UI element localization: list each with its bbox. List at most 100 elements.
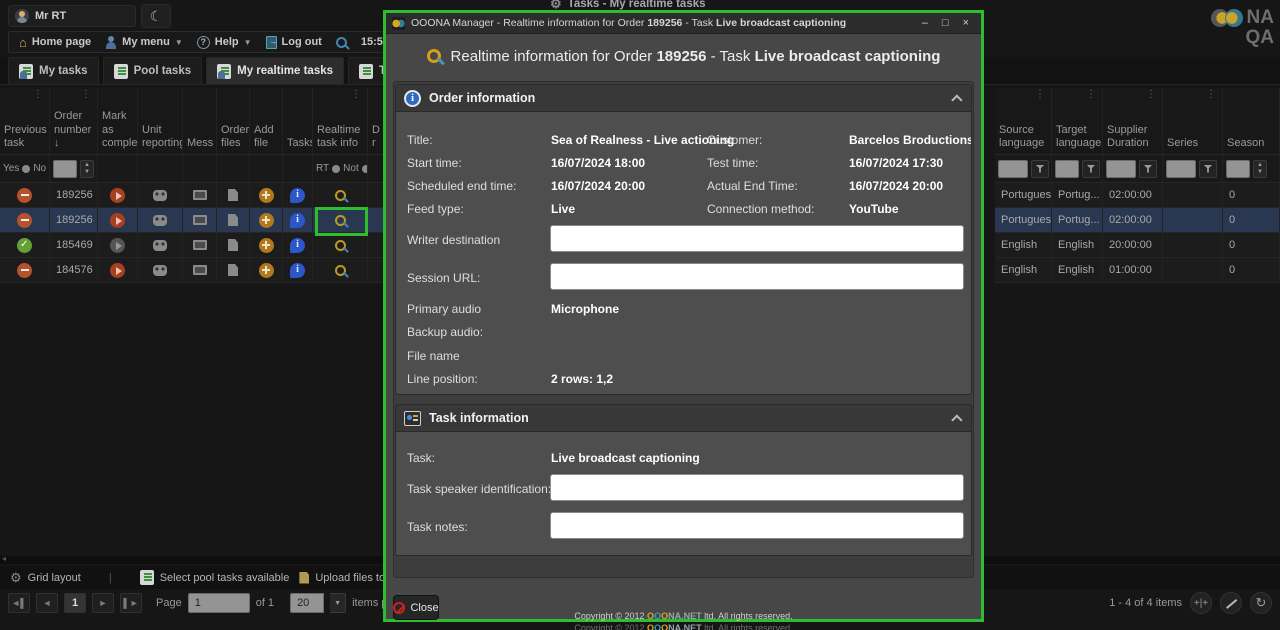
unit-reporting-icon[interactable] xyxy=(153,190,167,201)
kebab-menu-icon[interactable]: ⋮ xyxy=(1086,89,1096,102)
column-header-source-language[interactable]: ⋮Source language xyxy=(995,88,1052,154)
order-information-header[interactable]: i Order information xyxy=(396,85,971,112)
last-page-button[interactable]: ▌► xyxy=(120,593,142,613)
info-icon[interactable] xyxy=(290,263,305,278)
table-row[interactable]: English English 20:00:00 0 xyxy=(995,233,1280,258)
table-row[interactable]: English English 01:00:00 0 xyxy=(995,258,1280,283)
add-file-button[interactable] xyxy=(259,213,274,228)
add-file-button[interactable] xyxy=(259,238,274,253)
filter-input[interactable] xyxy=(53,160,77,178)
prev-page-button[interactable]: ◄ xyxy=(36,593,58,613)
minimize-button[interactable]: – xyxy=(922,17,928,29)
speaker-identification-input[interactable] xyxy=(550,474,964,501)
order-files-icon[interactable] xyxy=(228,214,238,226)
info-icon[interactable] xyxy=(290,238,305,253)
page-size-value[interactable]: 20 xyxy=(290,593,324,613)
unit-reporting-icon[interactable] xyxy=(153,240,167,251)
tab-my-tasks[interactable]: My tasks xyxy=(8,57,99,84)
column-header-add-file[interactable]: Add file xyxy=(250,88,283,154)
messages-icon[interactable] xyxy=(193,190,207,200)
add-file-button[interactable] xyxy=(259,263,274,278)
kebab-menu-icon[interactable]: ⋮ xyxy=(33,89,43,102)
kebab-menu-icon[interactable]: ⋮ xyxy=(1206,89,1216,102)
select-pool-tasks-button[interactable]: Select pool tasks available xyxy=(140,570,290,585)
unit-reporting-icon[interactable] xyxy=(153,265,167,276)
tab-my-realtime-tasks[interactable]: My realtime tasks xyxy=(206,57,344,84)
refresh-button[interactable]: ↻ xyxy=(1250,592,1272,614)
radio-icon[interactable] xyxy=(22,165,30,173)
radio-icon[interactable] xyxy=(332,165,340,173)
filter-supplier-duration[interactable] xyxy=(1103,155,1163,182)
info-icon[interactable] xyxy=(290,213,305,228)
filter-input[interactable] xyxy=(1166,160,1196,178)
filter-series[interactable] xyxy=(1163,155,1223,182)
collapse-chevron-icon[interactable] xyxy=(951,94,962,105)
home-page-menu-item[interactable]: ⌂ Home page xyxy=(19,36,91,49)
clear-filters-button[interactable] xyxy=(1220,592,1242,614)
next-page-button[interactable]: ► xyxy=(92,593,114,613)
column-header-tasks[interactable]: Tasks xyxy=(283,88,313,154)
filter-input[interactable] xyxy=(1106,160,1136,178)
play-button[interactable] xyxy=(110,188,125,203)
column-header-order-files[interactable]: Order files xyxy=(217,88,250,154)
column-header-messages[interactable]: Mess xyxy=(183,88,217,154)
messages-icon[interactable] xyxy=(193,240,207,250)
close-window-button[interactable]: × xyxy=(963,17,969,29)
table-row[interactable]: 184576 xyxy=(0,258,390,283)
tab-pool-tasks[interactable]: Pool tasks xyxy=(103,57,203,84)
messages-icon[interactable] xyxy=(193,265,207,275)
order-files-icon[interactable] xyxy=(228,239,238,251)
realtime-task-info-button[interactable] xyxy=(335,240,346,251)
user-chip[interactable]: Mr RT xyxy=(8,5,136,27)
filter-funnel-button[interactable] xyxy=(1139,160,1157,178)
info-icon[interactable] xyxy=(290,188,305,203)
current-page-button[interactable]: 1 xyxy=(64,593,86,613)
filter-season[interactable]: ▲▼ xyxy=(1223,155,1280,182)
table-row[interactable]: Portuguese Portug... 02:00:00 0 xyxy=(995,183,1280,208)
column-header-season[interactable]: Season xyxy=(1223,88,1280,154)
kebab-menu-icon[interactable]: ⋮ xyxy=(81,89,91,102)
filter-funnel-button[interactable] xyxy=(1082,160,1100,178)
session-url-input[interactable] xyxy=(550,263,964,290)
filter-realtime[interactable]: RTNot xyxy=(313,155,368,182)
fit-columns-button[interactable]: +|+ xyxy=(1190,592,1212,614)
unit-reporting-icon[interactable] xyxy=(153,215,167,226)
dialog-titlebar[interactable]: OOONA Manager - Realtime information for… xyxy=(386,13,981,34)
column-header-target-language[interactable]: ⋮Target language xyxy=(1052,88,1103,154)
filter-previous-task[interactable]: YesNo xyxy=(0,155,50,182)
filter-target-language[interactable] xyxy=(1052,155,1103,182)
column-header-realtime-task-info[interactable]: ⋮Realtime task info xyxy=(313,88,368,154)
help-menu-item[interactable]: ? Help ▼ xyxy=(197,36,252,49)
page-size-dropdown-button[interactable]: ▼ xyxy=(330,593,346,613)
kebab-menu-icon[interactable]: ⋮ xyxy=(1035,89,1045,102)
table-row-selected[interactable]: Portuguese Portug... 02:00:00 0 xyxy=(995,208,1280,233)
table-row[interactable]: 189256 xyxy=(0,183,390,208)
writer-destination-input[interactable] xyxy=(550,225,964,252)
page-number-input[interactable] xyxy=(188,593,250,613)
play-button[interactable] xyxy=(110,213,125,228)
column-header-supplier-duration[interactable]: ⋮Supplier Duration xyxy=(1103,88,1163,154)
kebab-menu-icon[interactable]: ⋮ xyxy=(1146,89,1156,102)
filter-funnel-button[interactable] xyxy=(1199,160,1217,178)
kebab-menu-icon[interactable]: ⋮ xyxy=(351,89,361,102)
column-header-mark-as-complete[interactable]: Mark as comple xyxy=(98,88,138,154)
column-header-unit-reporting[interactable]: Unit reporting xyxy=(138,88,183,154)
messages-icon[interactable] xyxy=(193,215,207,225)
filter-order-number[interactable]: ▲▼ xyxy=(50,155,98,182)
realtime-task-info-button[interactable] xyxy=(335,265,346,276)
table-row[interactable]: 185469 xyxy=(0,233,390,258)
logout-menu-item[interactable]: Log out xyxy=(266,36,322,49)
filter-input[interactable] xyxy=(1055,160,1079,178)
order-files-icon[interactable] xyxy=(228,189,238,201)
play-button[interactable] xyxy=(110,263,125,278)
number-spinner[interactable]: ▲▼ xyxy=(80,160,94,178)
my-menu-menu-item[interactable]: My menu ▼ xyxy=(105,36,183,49)
column-header-order-number[interactable]: ⋮Order number↓ xyxy=(50,88,98,154)
column-header-previous-task[interactable]: ⋮Previous task xyxy=(0,88,50,154)
order-files-icon[interactable] xyxy=(228,264,238,276)
filter-funnel-button[interactable] xyxy=(1031,160,1049,178)
filter-input[interactable] xyxy=(1226,160,1250,178)
column-header-series[interactable]: ⋮Series xyxy=(1163,88,1223,154)
maximize-button[interactable]: □ xyxy=(942,17,949,29)
realtime-task-info-button[interactable] xyxy=(335,190,346,201)
